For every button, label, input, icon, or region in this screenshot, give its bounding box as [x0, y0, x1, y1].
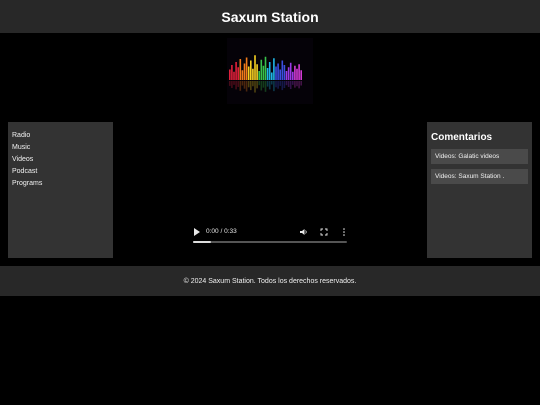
equalizer-logo-graphic	[229, 55, 302, 93]
play-icon[interactable]	[193, 226, 201, 238]
page: Saxum Station Radio Music Videos Podcast…	[0, 0, 540, 405]
site-header: Saxum Station	[0, 0, 540, 33]
sidebar-item-music[interactable]: Music	[12, 142, 109, 154]
site-footer: © 2024 Saxum Station. Todos los derechos…	[0, 266, 540, 296]
equalizer-logo-icon	[227, 38, 313, 104]
progress-fill	[193, 241, 212, 243]
more-options-icon[interactable]	[342, 227, 346, 237]
comments-title: Comentarios	[431, 132, 493, 143]
audio-player: 0:00 / 0:33	[190, 224, 350, 246]
sidebar-item-programs[interactable]: Programs	[12, 178, 109, 190]
time-display: 0:00 / 0:33	[206, 228, 237, 235]
sidebar-item-podcast[interactable]: Podcast	[12, 166, 109, 178]
sidebar-item-videos[interactable]: Videos	[12, 154, 109, 166]
comment-item[interactable]: Videos: Galatic videos	[431, 149, 528, 164]
fullscreen-icon[interactable]	[320, 228, 328, 236]
comment-item[interactable]: Videos: Saxum Station .	[431, 169, 528, 184]
sidebar-item-radio[interactable]: Radio	[12, 130, 109, 142]
comments-panel: Comentarios Videos: Galatic videos Video…	[427, 122, 532, 258]
volume-icon[interactable]	[300, 228, 308, 236]
progress-track[interactable]	[193, 241, 347, 243]
site-title: Saxum Station	[221, 8, 319, 25]
sidebar-menu: Radio Music Videos Podcast Programs	[8, 122, 113, 258]
footer-text: © 2024 Saxum Station. Todos los derechos…	[183, 277, 357, 285]
